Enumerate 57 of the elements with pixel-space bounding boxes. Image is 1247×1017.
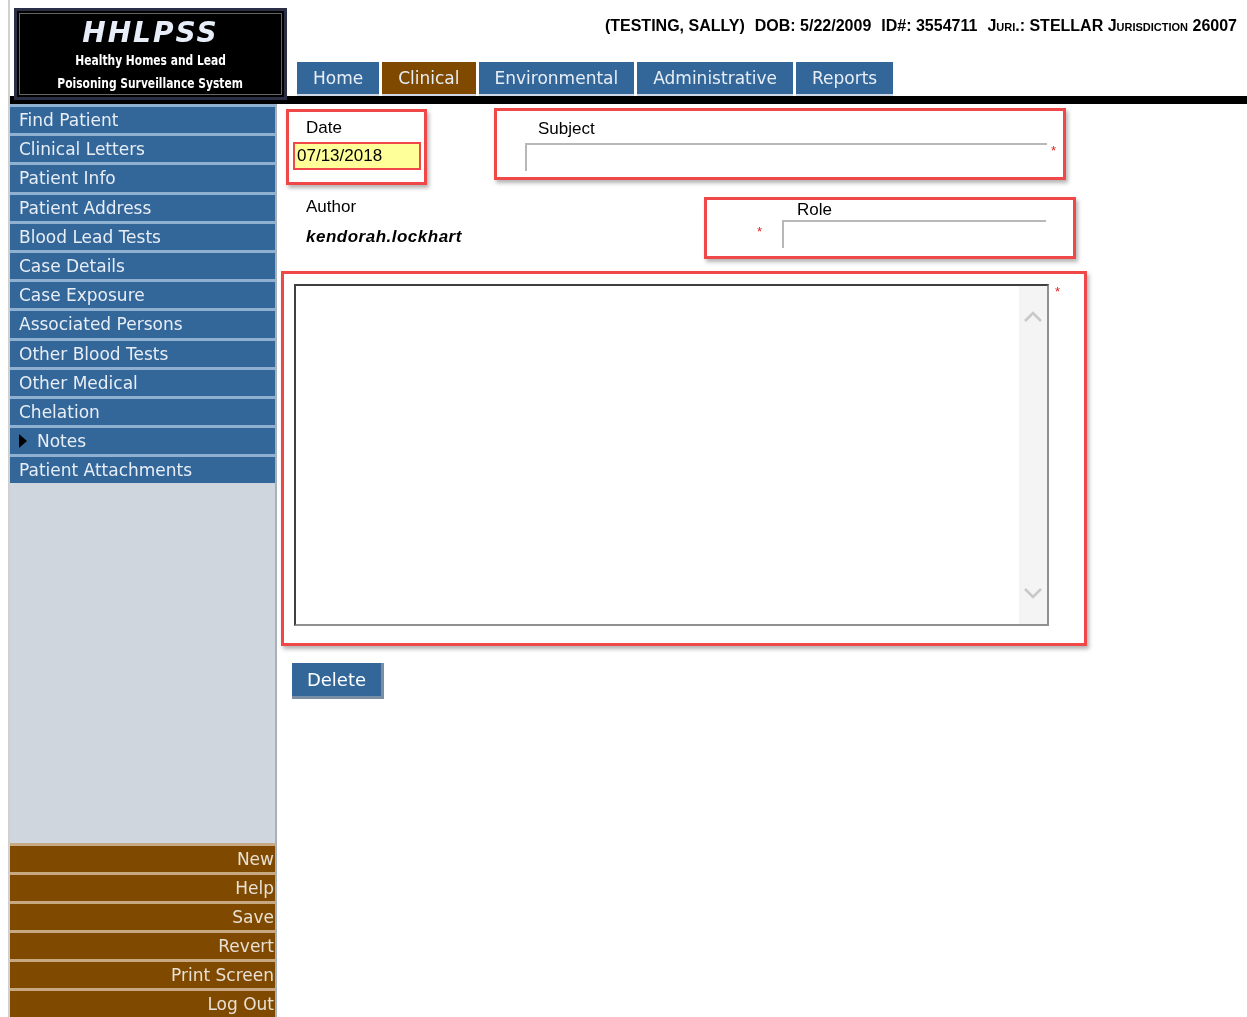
subject-label: Subject <box>538 119 595 138</box>
date-field[interactable]: 07/13/2018 <box>293 142 421 170</box>
sidebar-item-label: Case Details <box>19 256 125 277</box>
sidebar-item-label: Chelation <box>19 401 100 422</box>
nav-tab[interactable]: Clinical <box>382 62 476 96</box>
patient-dob: DOB: 5/22/2009 <box>754 17 872 36</box>
sidebar-item-label: Find Patient <box>19 110 119 131</box>
nav-tab[interactable]: Administrative <box>637 62 793 96</box>
sidebar-item-label: Associated Persons <box>19 314 183 335</box>
sidebar-item[interactable]: Chelation <box>10 395 275 426</box>
sidebar-item[interactable]: Find Patient <box>10 104 275 134</box>
sidebar-item-label: Notes <box>37 431 87 452</box>
chevron-down-icon <box>1023 588 1043 600</box>
action-item[interactable]: Help <box>10 872 275 901</box>
patient-id: ID#: 3554711 <box>881 17 978 36</box>
sidebar-item-label: Patient Attachments <box>19 460 193 481</box>
sidebar-item-label: Patient Info <box>19 168 116 189</box>
sidebar-item[interactable]: Clinical Letters <box>10 133 275 163</box>
sidebar-item-label: Clinical Letters <box>19 139 145 160</box>
date-label: Date <box>306 118 342 137</box>
logo-subtitle: Healthy Homes and Lead <box>75 51 226 70</box>
scrollbar[interactable] <box>1019 286 1047 624</box>
patient-name: (TESTING, SALLY) <box>604 17 745 36</box>
delete-button[interactable]: Delete <box>292 663 384 699</box>
action-item[interactable]: Print Screen <box>10 959 275 988</box>
nav-tab[interactable]: Home <box>297 62 380 96</box>
sidebar-item-label: Case Exposure <box>19 285 145 306</box>
role-label: Role <box>797 200 832 219</box>
sidebar-item[interactable]: Patient Attachments <box>10 454 275 484</box>
sidebar-item[interactable]: Patient Info <box>10 162 275 192</box>
required-mark: * <box>757 224 763 239</box>
action-item[interactable]: Log Out <box>10 988 275 1017</box>
chevron-up-icon <box>1023 310 1043 322</box>
patient-jurisdiction: Juri.: STELLAR Jurisdiction 26007 <box>987 17 1237 36</box>
author-label: Author <box>306 197 358 217</box>
sidebar-item-label: Other Blood Tests <box>19 343 169 364</box>
sidebar-item-label: Patient Address <box>19 197 152 218</box>
action-item[interactable]: New <box>10 843 275 872</box>
action-item[interactable]: Revert <box>10 930 275 959</box>
sidebar-item[interactable]: Case Details <box>10 249 275 280</box>
nav-tab[interactable]: Environmental <box>478 62 635 96</box>
sidebar-item[interactable]: Notes <box>10 425 275 455</box>
author-name: kendorah.lockhart <box>306 227 463 247</box>
sidebar-item[interactable]: Case Exposure <box>10 279 275 309</box>
logo-subtitle: Poisoning Surveillance System <box>57 74 244 93</box>
sidebar-item[interactable]: Other Blood Tests <box>10 337 275 367</box>
sidebar-item[interactable]: Blood Lead Tests <box>10 220 275 250</box>
logo-title: HHLPSS <box>82 17 219 49</box>
action-item[interactable]: Save <box>10 901 275 930</box>
sidebar-item-label: Other Medical <box>19 372 138 393</box>
sidebar-item-label: Blood Lead Tests <box>19 226 161 247</box>
nav-tab[interactable]: Reports <box>795 62 894 96</box>
sidebar-item[interactable]: Other Medical <box>10 366 275 396</box>
required-mark: * <box>1051 143 1057 160</box>
required-mark: * <box>1055 284 1061 301</box>
sidebar-item[interactable]: Patient Address <box>10 191 275 221</box>
sidebar-item[interactable]: Associated Persons <box>10 308 275 338</box>
